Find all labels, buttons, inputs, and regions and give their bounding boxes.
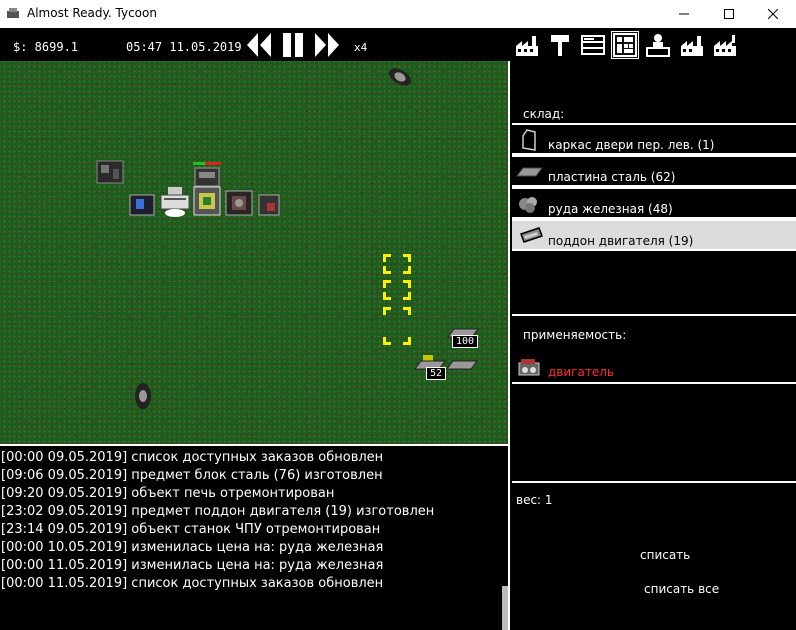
log-line: [00:00 11.05.2019] список доступных зака…: [1, 576, 384, 591]
machine-icon[interactable]: [257, 193, 281, 217]
weight-label: вес: 1: [516, 493, 553, 507]
log-line: [00:00 10.05.2019] изменилась цена на: р…: [1, 540, 384, 555]
log-line: [09:20 09.05.2019] объект печь отремонти…: [1, 486, 335, 501]
top-hud: $: 8699.1 05:47 11.05.2019 x4: [0, 28, 796, 61]
usage-label: применяемость:: [523, 328, 627, 342]
door-frame-icon: [522, 129, 536, 151]
factory-icon[interactable]: [514, 32, 540, 58]
close-button[interactable]: [750, 0, 796, 28]
fast-forward-button[interactable]: [314, 31, 340, 59]
divider: [512, 314, 796, 316]
inventory-item[interactable]: каркас двери пер. лев. (1): [512, 123, 796, 155]
storage-icon[interactable]: [580, 32, 606, 58]
log-line: [00:00 11.05.2019] изменилась цена на: р…: [1, 558, 384, 573]
log-line: [23:02 09.05.2019] предмет поддон двигат…: [1, 504, 435, 519]
furnace-icon[interactable]: [192, 185, 222, 217]
money-display: $: 8699.1: [13, 40, 79, 54]
hammer-icon[interactable]: [547, 32, 573, 58]
log-line: [09:06 09.05.2019] предмет блок сталь (7…: [1, 468, 383, 483]
factory-icon[interactable]: [712, 32, 738, 58]
car-icon[interactable]: [386, 65, 414, 89]
log-line: [23:14 09.05.2019] объект станок ЧПУ отр…: [1, 522, 381, 537]
machine-icon[interactable]: [224, 189, 254, 217]
warehouse-panel: склад: каркас двери пер. лев. (1) пласти…: [508, 61, 796, 630]
car-icon[interactable]: [130, 381, 156, 411]
machine-icon[interactable]: [128, 193, 156, 217]
pause-button[interactable]: [281, 31, 305, 59]
warehouse-label: склад:: [523, 107, 565, 121]
inventory-item-label: каркас двери пер. лев. (1): [548, 138, 715, 152]
game-clock: 05:47 11.05.2019: [126, 40, 242, 54]
minimize-button[interactable]: [661, 0, 707, 28]
steel-plate-icon: [516, 167, 543, 177]
engine-pan-icon: [520, 227, 543, 243]
stock-count-badge: 100: [452, 335, 478, 348]
inventory-item[interactable]: руда железная (48): [512, 187, 796, 219]
stock-count-badge: 52: [426, 367, 446, 380]
factory-icon[interactable]: [679, 32, 705, 58]
window-title: Almost Ready. Tycoon: [27, 6, 157, 20]
inventory-item-label: пластина сталь (62): [548, 170, 676, 184]
usage-item-label: двигатель: [548, 365, 614, 379]
maximize-button[interactable]: [706, 0, 752, 28]
inventory-item[interactable]: пластина сталь (62): [512, 155, 796, 187]
speed-indicator: x4: [354, 41, 368, 54]
usage-item[interactable]: двигатель: [512, 352, 796, 384]
engine-icon: [518, 359, 540, 376]
inventory-item-selected[interactable]: поддон двигателя (19): [512, 219, 796, 251]
engine-pan-stack-icon[interactable]: [415, 353, 479, 377]
inventory-item-label: руда железная (48): [548, 202, 673, 216]
close-icon: [768, 9, 778, 19]
maximize-icon: [724, 9, 734, 19]
discard-all-button[interactable]: списать все: [644, 582, 719, 596]
event-log: [00:00 09.05.2019] список доступных зака…: [0, 444, 508, 630]
warehouse-grid-icon[interactable]: [611, 31, 639, 59]
log-line: [00:00 09.05.2019] список доступных зака…: [1, 450, 384, 465]
iron-ore-icon: [519, 197, 537, 213]
discard-button[interactable]: списать: [640, 548, 690, 562]
inventory-item-label: поддон двигателя (19): [548, 234, 694, 248]
window-titlebar: Almost Ready. Tycoon: [0, 0, 796, 28]
machine-icon[interactable]: [95, 157, 125, 185]
cnc-machine-icon[interactable]: [158, 185, 192, 219]
game-map[interactable]: 100 52: [0, 61, 508, 444]
rewind-button[interactable]: [246, 31, 272, 59]
app-icon: [7, 8, 19, 18]
worker-desk-icon[interactable]: [645, 32, 671, 58]
divider: [512, 481, 796, 483]
minimize-icon: [679, 13, 689, 15]
